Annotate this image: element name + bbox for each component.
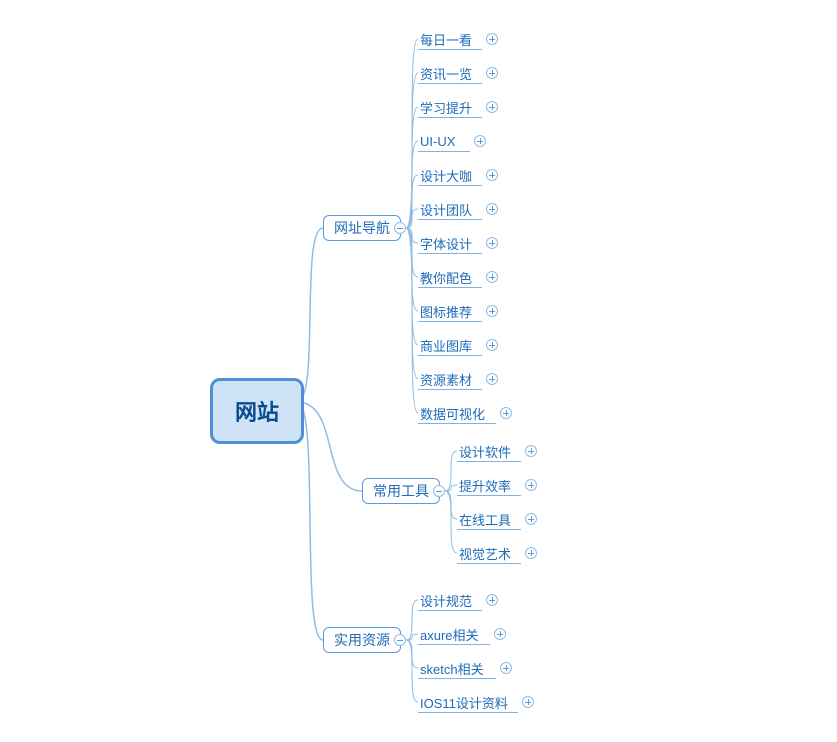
leaf-label: 视觉艺术 [459, 544, 511, 563]
leaf-label: 图标推荐 [420, 302, 472, 321]
category-label: 常用工具 [373, 481, 429, 501]
leaf-underline [418, 423, 496, 424]
leaf-node[interactable]: 在线工具 [459, 508, 511, 530]
leaf-label: 设计团队 [420, 200, 472, 219]
expand-icon[interactable] [486, 169, 498, 181]
category-nav[interactable]: 网址导航 [323, 215, 401, 241]
leaf-label: 资源素材 [420, 370, 472, 389]
leaf-underline [418, 610, 482, 611]
leaf-node[interactable]: 数据可视化 [420, 402, 485, 424]
leaf-underline [457, 461, 521, 462]
category-tools[interactable]: 常用工具 [362, 478, 440, 504]
expand-icon[interactable] [486, 101, 498, 113]
category-label: 实用资源 [334, 630, 390, 650]
leaf-node[interactable]: 设计规范 [420, 589, 472, 611]
leaf-label: sketch相关 [420, 659, 484, 678]
collapse-icon[interactable] [433, 485, 445, 497]
leaf-underline [418, 253, 482, 254]
root-node[interactable]: 网站 [210, 378, 304, 444]
leaf-node[interactable]: 教你配色 [420, 266, 472, 288]
leaf-underline [418, 644, 490, 645]
leaf-node[interactable]: 资源素材 [420, 368, 472, 390]
expand-icon[interactable] [486, 339, 498, 351]
leaf-node[interactable]: 字体设计 [420, 232, 472, 254]
leaf-underline [418, 712, 518, 713]
expand-icon[interactable] [486, 271, 498, 283]
leaf-node[interactable]: 每日一看 [420, 28, 472, 50]
leaf-label: 数据可视化 [420, 404, 485, 423]
root-label: 网站 [235, 395, 279, 427]
expand-icon[interactable] [522, 696, 534, 708]
leaf-label: 教你配色 [420, 268, 472, 287]
leaf-node[interactable]: 学习提升 [420, 96, 472, 118]
leaf-underline [418, 355, 482, 356]
leaf-node[interactable]: 设计团队 [420, 198, 472, 220]
expand-icon[interactable] [486, 237, 498, 249]
leaf-node[interactable]: 商业图库 [420, 334, 472, 356]
leaf-label: 字体设计 [420, 234, 472, 253]
leaf-underline [418, 321, 482, 322]
leaf-node[interactable]: 图标推荐 [420, 300, 472, 322]
expand-icon[interactable] [486, 305, 498, 317]
leaf-node[interactable]: 资讯一览 [420, 62, 472, 84]
expand-icon[interactable] [525, 513, 537, 525]
leaf-underline [418, 287, 482, 288]
leaf-label: 学习提升 [420, 98, 472, 117]
leaf-underline [418, 678, 496, 679]
leaf-label: 设计大咖 [420, 166, 472, 185]
leaf-underline [457, 529, 521, 530]
leaf-underline [418, 83, 482, 84]
leaf-node[interactable]: 提升效率 [459, 474, 511, 496]
leaf-node[interactable]: sketch相关 [420, 657, 484, 679]
collapse-icon[interactable] [394, 222, 406, 234]
leaf-label: 商业图库 [420, 336, 472, 355]
leaf-label: axure相关 [420, 625, 479, 644]
expand-icon[interactable] [486, 373, 498, 385]
leaf-label: 设计规范 [420, 591, 472, 610]
expand-icon[interactable] [525, 445, 537, 457]
expand-icon[interactable] [500, 662, 512, 674]
leaf-underline [418, 219, 482, 220]
leaf-underline [457, 495, 521, 496]
leaf-node[interactable]: axure相关 [420, 623, 479, 645]
expand-icon[interactable] [486, 33, 498, 45]
leaf-label: 资讯一览 [420, 64, 472, 83]
leaf-node[interactable]: UI-UX [420, 130, 455, 152]
expand-icon[interactable] [525, 479, 537, 491]
leaf-underline [457, 563, 521, 564]
expand-icon[interactable] [500, 407, 512, 419]
leaf-node[interactable]: 设计软件 [459, 440, 511, 462]
leaf-node[interactable]: 视觉艺术 [459, 542, 511, 564]
leaf-underline [418, 49, 482, 50]
leaf-node[interactable]: IOS11设计资料 [420, 691, 508, 713]
expand-icon[interactable] [474, 135, 486, 147]
expand-icon[interactable] [525, 547, 537, 559]
mindmap-connectors [0, 0, 837, 742]
leaf-underline [418, 185, 482, 186]
category-label: 网址导航 [334, 218, 390, 238]
leaf-underline [418, 389, 482, 390]
leaf-node[interactable]: 设计大咖 [420, 164, 472, 186]
expand-icon[interactable] [486, 203, 498, 215]
leaf-label: 在线工具 [459, 510, 511, 529]
leaf-label: IOS11设计资料 [420, 693, 508, 712]
leaf-underline [418, 117, 482, 118]
leaf-label: UI-UX [420, 134, 455, 149]
leaf-label: 设计软件 [459, 442, 511, 461]
leaf-label: 每日一看 [420, 30, 472, 49]
expand-icon[interactable] [486, 594, 498, 606]
leaf-label: 提升效率 [459, 476, 511, 495]
leaf-underline [418, 151, 470, 152]
category-res[interactable]: 实用资源 [323, 627, 401, 653]
collapse-icon[interactable] [394, 634, 406, 646]
expand-icon[interactable] [494, 628, 506, 640]
expand-icon[interactable] [486, 67, 498, 79]
